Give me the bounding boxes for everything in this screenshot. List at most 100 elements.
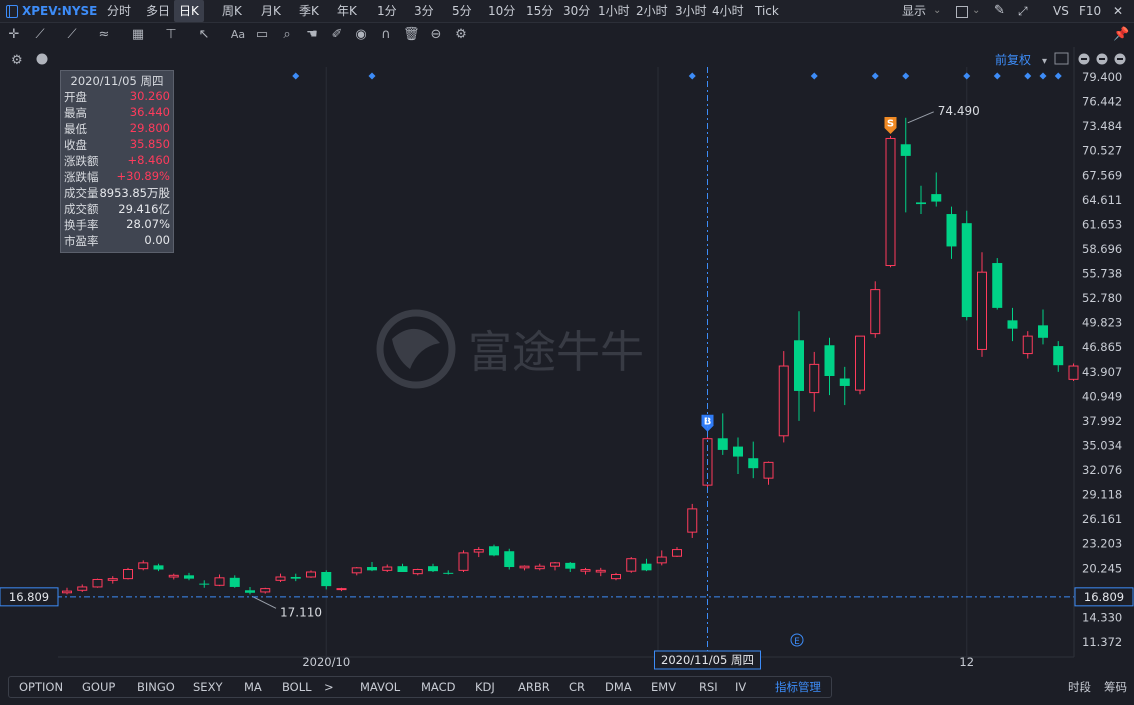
- candle[interactable]: [397, 563, 408, 573]
- candle[interactable]: [611, 572, 621, 581]
- candle[interactable]: [855, 335, 865, 395]
- candle[interactable]: [214, 574, 225, 587]
- trash-icon[interactable]: 🗑: [403, 27, 420, 43]
- candle[interactable]: [1007, 307, 1018, 342]
- candle[interactable]: [168, 573, 179, 580]
- tab-timeframe-6[interactable]: 年K: [337, 0, 357, 22]
- candle[interactable]: [885, 135, 896, 268]
- line-tool-icon[interactable]: ⟋: [32, 27, 48, 43]
- brush-icon[interactable]: ✐: [329, 27, 345, 43]
- tab-timeframe-15[interactable]: 3小时: [675, 0, 707, 22]
- candle[interactable]: [153, 563, 164, 572]
- indicator-tab-10[interactable]: ARBR: [518, 677, 550, 697]
- cursor-icon[interactable]: ✛: [6, 27, 22, 43]
- indicator-tab-12[interactable]: DMA: [605, 677, 632, 697]
- indicator-tab-16[interactable]: 指标管理: [775, 677, 821, 697]
- sidebar-toggle-icon[interactable]: [6, 5, 18, 18]
- candle[interactable]: [336, 587, 347, 592]
- magnet-icon[interactable]: ∩: [378, 27, 394, 43]
- indicator-tab-13[interactable]: EMV: [651, 677, 676, 697]
- dividend-marker[interactable]: [688, 72, 696, 80]
- candle[interactable]: [260, 587, 271, 594]
- tab-timeframe-16[interactable]: 4小时: [712, 0, 744, 22]
- candle[interactable]: [565, 562, 576, 573]
- candle[interactable]: [1038, 309, 1048, 345]
- tab-timeframe-13[interactable]: 1小时: [598, 0, 630, 22]
- candle[interactable]: [428, 563, 438, 573]
- chips-button[interactable]: 筹码: [1104, 677, 1127, 697]
- candle[interactable]: [824, 337, 835, 396]
- dividend-marker[interactable]: [871, 72, 879, 80]
- f10-button[interactable]: F10: [1079, 0, 1101, 22]
- close-icon[interactable]: ✕: [1113, 0, 1123, 22]
- scale-icon[interactable]: [1054, 52, 1069, 65]
- tab-timeframe-10[interactable]: 10分: [488, 0, 515, 22]
- tab-timeframe-0[interactable]: 分时: [107, 0, 131, 22]
- candle[interactable]: [656, 550, 667, 566]
- candle[interactable]: [229, 575, 240, 588]
- adjust-dropdown[interactable]: 前复权: [995, 52, 1031, 67]
- tab-timeframe-12[interactable]: 30分: [563, 0, 590, 22]
- dividend-marker[interactable]: [1024, 72, 1032, 80]
- candle[interactable]: [489, 544, 499, 557]
- indicator-tab-1[interactable]: GOUP: [82, 677, 115, 697]
- arrow-tool-icon[interactable]: ↖: [196, 27, 212, 43]
- chart-settings-icon[interactable]: ⚙: [11, 53, 23, 68]
- candle[interactable]: [123, 567, 133, 580]
- candle[interactable]: [763, 461, 774, 485]
- candle[interactable]: [900, 117, 911, 213]
- candle[interactable]: [367, 562, 377, 572]
- candle[interactable]: [839, 366, 850, 406]
- candle[interactable]: [290, 573, 301, 582]
- candle[interactable]: [473, 547, 484, 558]
- candle[interactable]: [717, 413, 728, 455]
- vs-button[interactable]: VS: [1053, 0, 1069, 22]
- indicator-tab-4[interactable]: MA: [244, 677, 262, 697]
- candle[interactable]: [946, 206, 957, 259]
- tab-timeframe-8[interactable]: 3分: [414, 0, 434, 22]
- sync-icon[interactable]: ⊖: [428, 27, 444, 43]
- tab-timeframe-7[interactable]: 1分: [377, 0, 397, 22]
- chevron-down-icon[interactable]: ⌄: [972, 0, 980, 22]
- checkbox-icon[interactable]: [956, 0, 968, 22]
- candle[interactable]: [321, 570, 332, 590]
- indicator-tab-14[interactable]: RSI: [699, 677, 718, 697]
- event-marker[interactable]: E: [790, 633, 804, 647]
- candle[interactable]: [641, 558, 652, 572]
- tab-timeframe-1[interactable]: 多日: [146, 0, 170, 22]
- candle[interactable]: [184, 572, 194, 581]
- display-menu[interactable]: 显示: [902, 0, 926, 22]
- candle[interactable]: [199, 580, 210, 588]
- candle[interactable]: [275, 573, 286, 582]
- dividend-marker[interactable]: [963, 72, 971, 80]
- candle[interactable]: [519, 565, 530, 571]
- wave-tool-icon[interactable]: ≈: [96, 27, 112, 43]
- hand-icon[interactable]: ☚: [304, 27, 320, 43]
- candle[interactable]: [550, 562, 560, 571]
- candle[interactable]: [77, 584, 88, 592]
- fullscreen-icon[interactable]: ⤢: [1018, 0, 1028, 22]
- indicator-tab-5[interactable]: BOLL: [282, 677, 312, 697]
- tab-timeframe-14[interactable]: 2小时: [636, 0, 668, 22]
- indicator-tab-8[interactable]: MACD: [421, 677, 455, 697]
- candle[interactable]: [961, 210, 972, 321]
- pin-icon[interactable]: 📌: [1113, 27, 1129, 43]
- session-button[interactable]: 时段: [1068, 677, 1091, 697]
- candle[interactable]: [580, 567, 591, 575]
- indicator-tab-6[interactable]: >: [324, 677, 334, 697]
- candle[interactable]: [1068, 363, 1079, 381]
- indicator-tab-15[interactable]: IV: [735, 677, 746, 697]
- candle[interactable]: [916, 185, 926, 215]
- tab-timeframe-17[interactable]: Tick: [755, 0, 779, 22]
- sell-marker[interactable]: S: [884, 116, 897, 134]
- candle[interactable]: [1053, 341, 1064, 372]
- dividend-marker[interactable]: [1054, 72, 1062, 80]
- dividend-marker[interactable]: [902, 72, 910, 80]
- text-tool-icon[interactable]: Aa: [229, 27, 247, 43]
- candle[interactable]: [382, 564, 393, 573]
- add-indicator-icon[interactable]: [36, 53, 48, 65]
- candle[interactable]: [534, 563, 545, 571]
- candle[interactable]: [672, 547, 682, 558]
- settings-icon[interactable]: ⚙: [453, 27, 469, 43]
- chevron-down-icon[interactable]: ▾: [1042, 56, 1047, 67]
